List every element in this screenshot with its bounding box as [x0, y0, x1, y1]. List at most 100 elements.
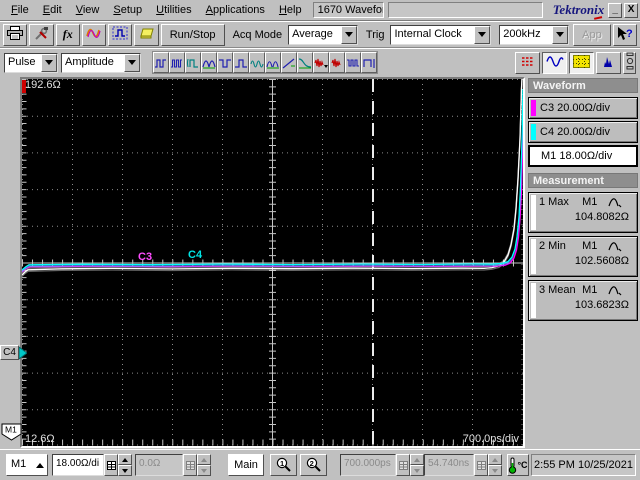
spin-up-icon	[118, 454, 132, 465]
chevron-down-icon[interactable]	[124, 53, 140, 72]
menu-applications[interactable]: Applications	[199, 1, 272, 19]
svg-text:1: 1	[280, 459, 284, 468]
vertical-top-readout: 192.6Ω	[25, 79, 61, 91]
waveform-database-button[interactable]	[81, 23, 107, 46]
red-dashes-icon	[520, 55, 536, 71]
pulse-shape-icon	[608, 198, 622, 208]
svg-text:?: ?	[626, 28, 633, 40]
measure-min-button[interactable]	[217, 52, 233, 73]
vector-display-button[interactable]	[542, 51, 567, 74]
measure-rms-noise-button[interactable]	[329, 52, 345, 73]
zoom2-button[interactable]: 2	[300, 454, 327, 476]
measurement-toolbar: Pulse Amplitude	[0, 48, 640, 76]
menu-utilities[interactable]: Utilities	[149, 1, 198, 19]
menu-help[interactable]: Help	[272, 1, 309, 19]
temperature-button[interactable]: °C	[507, 454, 529, 476]
vertical-offset-spinner	[197, 454, 211, 476]
c4-ground-marker[interactable]: C4	[0, 345, 27, 360]
histogram-icon	[600, 55, 617, 71]
zoom1-button[interactable]: 1	[270, 454, 297, 476]
histogram-button[interactable]	[596, 51, 621, 74]
status-message-box	[388, 2, 543, 18]
chevron-down-icon[interactable]	[474, 25, 491, 44]
run-stop-button[interactable]: Run/Stop	[160, 23, 225, 46]
datetime-display: 2:55 PM 10/25/2021	[531, 454, 636, 476]
acquisition-toolbar: fx Run/Stop Acq Mode Average Trig Intern…	[0, 21, 640, 48]
vertical-scale-spinner[interactable]	[118, 454, 132, 476]
trace-label-c4[interactable]: C4	[188, 249, 202, 261]
pulse-select-button[interactable]	[108, 23, 133, 46]
measure-decay-button[interactable]	[297, 52, 313, 73]
measure-noise-button[interactable]	[313, 52, 329, 73]
m1-color-stripe	[532, 148, 537, 164]
measurement-row-max[interactable]: 1 Max M1 104.8082Ω	[528, 192, 638, 233]
menu-file[interactable]: File	[4, 1, 36, 19]
cyan-arrow-icon	[19, 345, 27, 360]
graticule-style-button[interactable]	[569, 51, 594, 74]
menu-view[interactable]: View	[69, 1, 107, 19]
chevron-down-icon[interactable]	[41, 53, 57, 72]
svg-text:2: 2	[309, 459, 313, 468]
chevron-down-icon[interactable]	[552, 25, 569, 44]
measurement-button-group	[152, 51, 378, 74]
color-wave-icon	[86, 26, 102, 43]
spin-down-icon	[118, 465, 132, 476]
acq-mode-label: Acq Mode	[232, 28, 283, 41]
measure-slope-button[interactable]	[281, 52, 297, 73]
chevron-down-icon[interactable]	[340, 25, 357, 44]
measurement-row-mean[interactable]: 3 Mean M1 103.6823Ω	[528, 280, 638, 321]
menu-setup[interactable]: Setup	[106, 1, 149, 19]
measurement-stripe	[531, 195, 536, 230]
measure-amplitude-button[interactable]	[185, 52, 201, 73]
waveform-button-c3[interactable]: C3 20.00Ω/div	[528, 97, 638, 119]
measurement-row-min[interactable]: 2 Min M1 102.5608Ω	[528, 236, 638, 277]
trigger-source-select[interactable]: Internal Clock	[390, 24, 492, 45]
control-panel: Waveform C3 20.00Ω/div C4 20.00Ω/div M1 …	[527, 78, 639, 449]
measure-peak-peak-button[interactable]	[265, 52, 281, 73]
trace-select[interactable]: M1	[6, 454, 48, 476]
measure-high-button[interactable]	[153, 52, 169, 73]
graticule[interactable]: 192.6Ω 12.6Ω 700.0ps/div C3 C4	[22, 79, 523, 446]
signal-category-select[interactable]: Pulse	[4, 52, 58, 73]
tools-button[interactable]	[29, 23, 54, 46]
main-timebase-button[interactable]: Main	[228, 454, 264, 476]
horizontal-scale-spinner	[410, 454, 424, 476]
window-title: 1670 Waveforms	[312, 2, 385, 18]
vertical-scale-value[interactable]: 18.00Ω/di	[52, 454, 104, 476]
measure-class-select[interactable]: Amplitude	[61, 52, 141, 73]
m1-reference-marker[interactable]: M1	[1, 423, 22, 441]
fx-math-button[interactable]: fx	[55, 23, 80, 46]
oscilloscope-app-window: File Edit View Setup Utilities Applicati…	[0, 0, 640, 480]
spin-up-icon	[488, 454, 502, 465]
vertical-bottom-readout: 12.6Ω	[25, 433, 55, 445]
measure-bit-pattern-button[interactable]	[345, 52, 361, 73]
trace-label-c3[interactable]: C3	[138, 251, 152, 263]
panel-handle-button[interactable]	[623, 51, 636, 74]
waveform-button-m1[interactable]: M1 18.00Ω/div	[528, 145, 638, 167]
erase-button[interactable]	[134, 23, 159, 46]
measure-mid-button[interactable]	[233, 52, 249, 73]
display-mode-group	[515, 51, 636, 74]
menu-bar: File Edit View Setup Utilities Applicati…	[0, 0, 640, 21]
measurement-panel-header: Measurement	[528, 173, 638, 188]
print-button[interactable]	[3, 23, 28, 46]
menu-edit[interactable]: Edit	[36, 1, 69, 19]
trigger-rate-select[interactable]: 200kHz	[499, 24, 570, 45]
keypad-icon	[183, 454, 197, 476]
measure-max-button[interactable]	[201, 52, 217, 73]
context-help-button[interactable]: ?	[612, 23, 637, 46]
minimize-button[interactable]: _	[608, 2, 623, 18]
svg-text:M1: M1	[5, 425, 17, 435]
waveform-button-c4[interactable]: C4 20.00Ω/div	[528, 121, 638, 143]
close-button[interactable]: X	[624, 2, 638, 18]
measure-low-button[interactable]	[169, 52, 185, 73]
graticule-frame: 192.6Ω 12.6Ω 700.0ps/div C3 C4	[20, 77, 525, 448]
magnifier-2-icon: 2	[306, 457, 321, 472]
measure-gated-pulse-button[interactable]	[361, 52, 377, 73]
chevron-up-icon[interactable]	[33, 455, 47, 475]
cursor-bars-button[interactable]	[515, 51, 540, 74]
keypad-icon[interactable]	[104, 454, 118, 476]
acq-mode-select[interactable]: Average	[288, 24, 358, 45]
measure-mean-button[interactable]	[249, 52, 265, 73]
vertical-scale-control[interactable]: 18.00Ω/di	[52, 454, 132, 476]
